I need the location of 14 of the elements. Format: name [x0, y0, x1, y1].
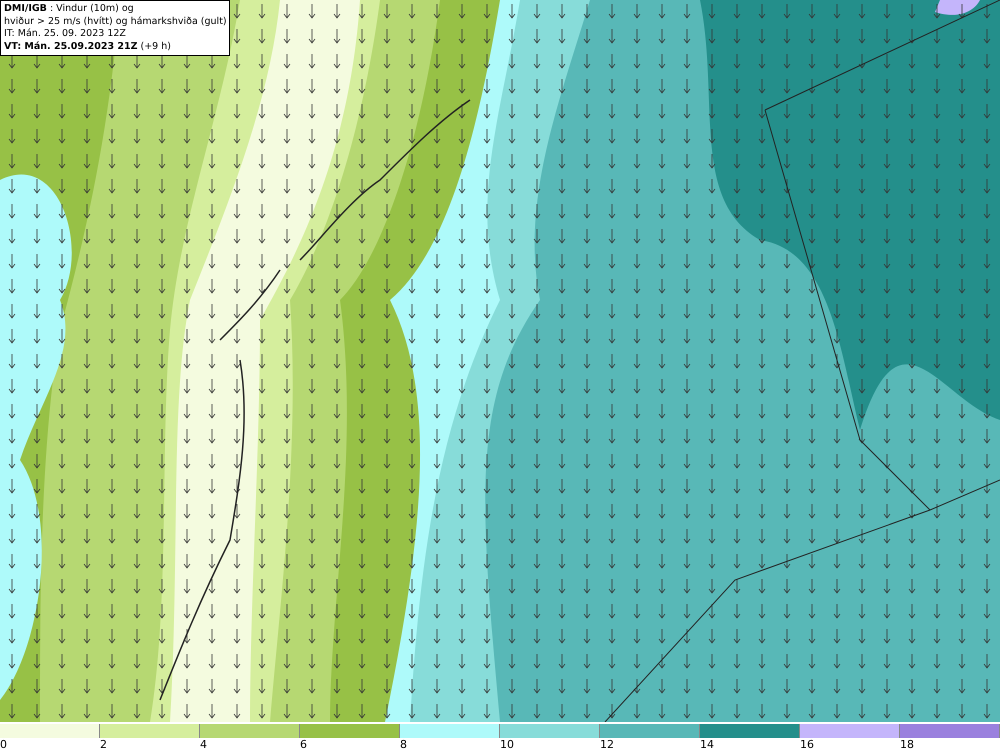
info-text: VT: Mán. 25.09.2023 21Z (+9 h)	[4, 40, 172, 53]
legend-label: 0	[0, 738, 7, 751]
legend-label: 8	[400, 738, 407, 751]
legend-label: 18	[900, 738, 914, 751]
info-text: IT: Mán. 25. 09. 2023 12Z	[4, 28, 127, 40]
legend-label: 12	[600, 738, 614, 751]
legend-label: 14	[700, 738, 714, 751]
info-text: hviður > 25 m/s (hvítt) og hámarkshviða (gult)	[4, 16, 226, 28]
legend-label: 4	[200, 738, 207, 751]
legend-label: 6	[300, 738, 307, 751]
legend-label: 10	[500, 738, 514, 751]
legend-label: 2	[100, 738, 107, 751]
info-text: DMI/IGB : Vindur (10m) og	[4, 3, 135, 16]
legend-label: 16	[800, 738, 814, 751]
